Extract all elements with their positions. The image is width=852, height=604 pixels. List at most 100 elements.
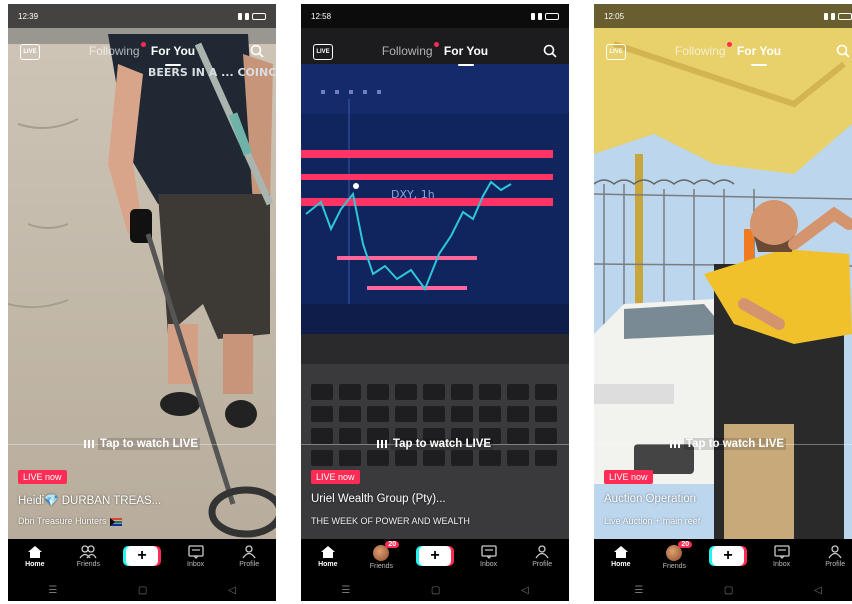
- nav-profile[interactable]: Profile: [813, 545, 852, 568]
- nav-home-label: Home: [25, 561, 45, 568]
- tab-following-label: Following: [381, 44, 433, 58]
- system-nav: ☰ ▢ ◁: [301, 579, 569, 601]
- status-icons: [824, 12, 852, 20]
- live-subtitle: Dbn Treasure Hunters: [18, 516, 122, 526]
- nav-home[interactable]: Home: [13, 545, 57, 568]
- friends-badge: 20: [678, 541, 693, 548]
- back-icon[interactable]: ◁: [521, 585, 529, 596]
- tap-to-watch-live[interactable]: Tap to watch LIVE: [8, 438, 276, 450]
- nav-profile[interactable]: Profile: [520, 545, 564, 568]
- home-system-icon[interactable]: ▢: [138, 585, 147, 596]
- tab-for-you[interactable]: For You: [444, 44, 488, 58]
- notification-dot: [726, 42, 732, 47]
- recent-apps-icon[interactable]: ☰: [341, 585, 350, 596]
- plus-icon: +: [418, 546, 451, 566]
- plus-icon: +: [125, 546, 158, 566]
- nav-friends-label: Friends: [369, 563, 394, 570]
- tab-for-you[interactable]: For You: [737, 44, 781, 58]
- live-title[interactable]: Auction Operation: [604, 493, 696, 505]
- status-bar: 12:39: [8, 4, 276, 28]
- feed-tabs: Following For You: [594, 42, 852, 58]
- plus-icon: +: [711, 546, 744, 566]
- home-system-icon[interactable]: ▢: [431, 585, 440, 596]
- tap-to-watch-live[interactable]: Tap to watch LIVE: [301, 438, 569, 450]
- recent-apps-icon[interactable]: ☰: [634, 585, 643, 596]
- create-button[interactable]: +: [413, 545, 457, 566]
- status-time: 12:05: [604, 11, 625, 21]
- nav-profile[interactable]: Profile: [227, 545, 271, 568]
- tab-following[interactable]: Following: [381, 42, 439, 58]
- nav-profile-label: Profile: [532, 561, 553, 568]
- south-africa-flag-icon: [109, 517, 122, 526]
- search-icon[interactable]: [836, 44, 850, 58]
- nav-friends[interactable]: 20 Friends: [652, 541, 696, 570]
- nav-home[interactable]: Home: [306, 545, 350, 568]
- nav-profile-label: Profile: [825, 561, 846, 568]
- create-button[interactable]: +: [706, 545, 750, 566]
- nav-inbox-label: Inbox: [480, 561, 498, 568]
- search-icon[interactable]: [543, 44, 557, 58]
- tab-following-label: Following: [88, 44, 140, 58]
- nav-friends-label: Friends: [76, 561, 101, 568]
- back-icon[interactable]: ◁: [228, 585, 236, 596]
- top-nav: LIVE Following For You: [8, 42, 276, 70]
- live-subtitle: Live Auction + main reef: [604, 516, 701, 526]
- tap-to-watch-label: Tap to watch LIVE: [683, 438, 787, 450]
- chart-label: DXY, 1h: [391, 188, 435, 201]
- back-icon[interactable]: ◁: [814, 585, 822, 596]
- feed-tabs: Following For You: [8, 42, 276, 58]
- status-time: 12:39: [18, 11, 39, 21]
- notification-dot: [433, 42, 439, 47]
- tab-following[interactable]: Following: [675, 42, 732, 58]
- home-icon: [320, 546, 335, 558]
- live-video-preview[interactable]: [594, 4, 852, 539]
- friends-icon: [79, 545, 97, 559]
- tab-for-you[interactable]: For You: [151, 44, 195, 58]
- video-frame-trading-chart: DXY, 1h: [301, 4, 569, 539]
- battery-icon: [252, 12, 266, 20]
- signal-icon: [238, 12, 242, 20]
- notification-dot: [140, 42, 146, 47]
- create-button[interactable]: +: [120, 545, 164, 566]
- nav-inbox[interactable]: Inbox: [174, 545, 218, 568]
- status-bar: 12:05: [594, 4, 852, 28]
- status-icons: [238, 12, 266, 20]
- status-time: 12:58: [311, 11, 332, 21]
- live-signal-icon: [669, 439, 680, 448]
- nav-home-label: Home: [318, 561, 338, 568]
- recent-apps-icon[interactable]: ☰: [48, 585, 57, 596]
- video-frame-auction: [594, 4, 852, 539]
- tab-following[interactable]: Following: [88, 42, 146, 58]
- signal-icon: [531, 12, 535, 20]
- top-nav: LIVE Following For You: [594, 42, 852, 70]
- nav-inbox-label: Inbox: [773, 561, 791, 568]
- friends-badge: 20: [385, 541, 400, 548]
- live-video-preview[interactable]: BEERS IN A ... COINCIDEN...: [8, 4, 276, 539]
- subtitle-text: Dbn Treasure Hunters: [18, 516, 107, 526]
- home-icon: [613, 546, 628, 558]
- feed-tabs: Following For You: [301, 42, 569, 58]
- live-title[interactable]: Uriel Wealth Group (Pty)...: [311, 493, 446, 505]
- profile-icon: [242, 545, 256, 559]
- battery-icon: [838, 12, 852, 20]
- nav-friends[interactable]: 20 Friends: [359, 541, 403, 570]
- live-video-preview[interactable]: DXY, 1h: [301, 4, 569, 539]
- tap-to-watch-live[interactable]: Tap to watch LIVE: [594, 438, 852, 450]
- video-frame-treasure-hunter: BEERS IN A ... COINCIDEN...: [8, 4, 276, 539]
- nav-home[interactable]: Home: [599, 545, 643, 568]
- nav-friends-label: Friends: [662, 563, 687, 570]
- top-nav: LIVE Following For You: [301, 42, 569, 70]
- system-nav: ☰ ▢ ◁: [8, 579, 276, 601]
- home-system-icon[interactable]: ▢: [724, 585, 733, 596]
- bottom-nav: Home 20 Friends + Inbox Profile: [301, 539, 569, 579]
- phone-screen-2: DXY, 1h 12:58 LIVE Following For You Tap…: [301, 4, 569, 601]
- wifi-icon: [245, 12, 249, 20]
- nav-friends[interactable]: Friends: [66, 545, 110, 568]
- live-now-badge: LIVE now: [18, 470, 67, 484]
- search-icon[interactable]: [250, 44, 264, 58]
- nav-inbox[interactable]: Inbox: [760, 545, 804, 568]
- nav-inbox[interactable]: Inbox: [467, 545, 511, 568]
- live-title[interactable]: Heidi💎 DURBAN TREAS...: [18, 493, 161, 507]
- system-nav: ☰ ▢ ◁: [594, 579, 852, 601]
- live-signal-icon: [376, 439, 387, 448]
